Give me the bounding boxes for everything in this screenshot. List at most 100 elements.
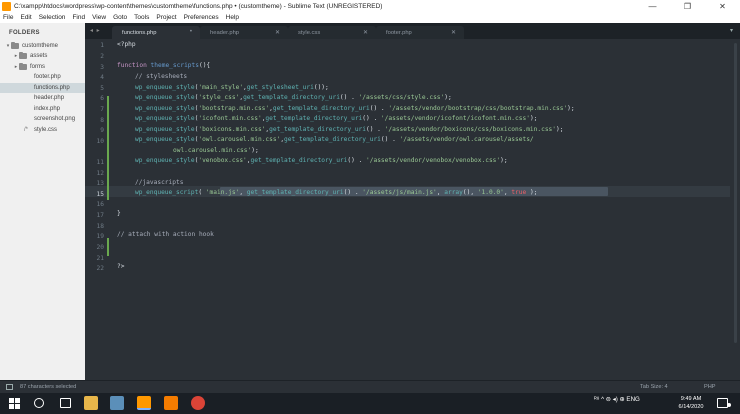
close-icon[interactable]: ✕ xyxy=(451,29,456,36)
clock-date: 6/14/2020 xyxy=(678,404,704,410)
code-token: , xyxy=(239,189,247,196)
clock-time: 9:49 AM xyxy=(680,396,702,402)
code-token: 'bootstrap.min.css' xyxy=(198,105,270,112)
close-button[interactable]: ✕ xyxy=(705,0,740,12)
task-view-icon[interactable] xyxy=(60,398,71,408)
close-icon[interactable]: ✕ xyxy=(363,29,368,36)
menu-selection[interactable]: Selection xyxy=(39,14,66,21)
modified-lines-marker xyxy=(107,238,109,256)
notes-app-icon[interactable] xyxy=(110,396,124,410)
code-token: wp_enqueue_style xyxy=(135,157,195,164)
system-tray-icons[interactable]: ᴿ⁸ ^ ⊜ ◂) ⊕ ENG xyxy=(594,396,640,403)
menu-tools[interactable]: Tools xyxy=(134,14,149,21)
code-token: get_template_directory_uri xyxy=(246,189,344,196)
code-token: wp_enqueue_style xyxy=(135,136,195,143)
code-token: '/assets/js/main.js' xyxy=(362,189,437,196)
code-token: '/assets/vendor/owl.carousel/assets/ xyxy=(399,136,534,143)
tab-dropdown-icon[interactable]: ▾ xyxy=(730,27,733,34)
sidebar-folder-assets[interactable]: ▸ assets xyxy=(0,51,85,61)
menu-goto[interactable]: Goto xyxy=(113,14,127,21)
code-token: ()); xyxy=(313,84,329,91)
clock[interactable]: 9:49 AM 6/14/2020 xyxy=(676,395,706,411)
line-number: 8 xyxy=(100,117,104,124)
code-line-3: function theme_scripts(){ xyxy=(117,62,211,69)
sidebar-file-style[interactable]: /* style.css xyxy=(0,125,85,135)
line-number: 18 xyxy=(96,223,104,230)
code-token: wp_enqueue_style xyxy=(135,84,195,91)
sidebar-folder-customtheme[interactable]: ▾ customtheme xyxy=(0,41,85,51)
menu-find[interactable]: Find xyxy=(72,14,85,21)
status-bar: 87 characters selected Tab Size: 4 PHP xyxy=(0,380,740,393)
menu-edit[interactable]: Edit xyxy=(20,14,31,21)
folder-open-icon xyxy=(11,42,19,49)
sidebar-file-header[interactable]: header.php xyxy=(0,93,85,103)
code-line-19: // attach with action hook xyxy=(117,231,214,238)
menu-bar: File Edit Selection Find View Goto Tools… xyxy=(0,12,740,23)
windows-taskbar: ᴿ⁸ ^ ⊜ ◂) ⊕ ENG 9:49 AM 6/14/2020 xyxy=(0,393,740,414)
tab-header[interactable]: header.php ✕ xyxy=(200,26,288,39)
scrollbar[interactable] xyxy=(734,43,737,343)
code-token: get_template_directory_uri xyxy=(272,105,370,112)
menu-view[interactable]: View xyxy=(92,14,106,21)
code-token: array xyxy=(444,189,463,196)
css-file-icon: /* xyxy=(24,127,29,133)
code-token: ); xyxy=(444,94,452,101)
code-editor[interactable]: 1 3 4 5 6 7 8 9 10 11 12 13 15 16 17 18 … xyxy=(85,39,740,380)
code-token: get_stylesheet_uri xyxy=(246,84,314,91)
sidebar-file-index[interactable]: index.php xyxy=(0,104,85,114)
line-number: 1 xyxy=(100,42,104,49)
tab-footer[interactable]: footer.php ✕ xyxy=(376,26,464,39)
folder-icon xyxy=(19,52,27,59)
menu-preferences[interactable]: Preferences xyxy=(184,14,219,21)
code-token: '/assets/vendor/venobox/venobox.css' xyxy=(366,157,501,164)
code-token: '/assets/vendor/boxicons/css/boxicons.mi… xyxy=(384,126,556,133)
maximize-button[interactable]: ❐ xyxy=(670,0,705,12)
line-number: 9 xyxy=(100,127,104,134)
modified-lines-marker xyxy=(107,96,109,194)
window-controls: — ❐ ✕ xyxy=(635,0,740,12)
line-number: 7 xyxy=(100,106,104,113)
line-number: 19 xyxy=(96,233,104,240)
sidebar-folder-forms[interactable]: ▸ forms xyxy=(0,62,85,72)
sidebar-file-footer[interactable]: footer.php xyxy=(0,72,85,82)
syntax-status[interactable]: PHP xyxy=(704,384,716,390)
sublime-text-icon xyxy=(2,1,11,11)
code-line-9: wp_enqueue_style('boxicons.min.css',get_… xyxy=(135,126,563,133)
sublime-text-taskbar-icon[interactable] xyxy=(137,396,151,410)
code-token: (), xyxy=(462,189,478,196)
sidebar-file-functions[interactable]: functions.php xyxy=(0,83,85,93)
menu-project[interactable]: Project xyxy=(156,14,176,21)
tab-bar: ◂ ▸ functions.php • header.php ✕ style.c… xyxy=(85,23,740,39)
code-token: ); xyxy=(251,147,259,154)
code-token: wp_enqueue_style xyxy=(135,115,195,122)
file-explorer-icon[interactable] xyxy=(84,396,98,410)
tab-functions[interactable]: functions.php • xyxy=(112,26,200,39)
code-token: ); xyxy=(529,115,538,122)
chrome-icon[interactable] xyxy=(191,396,205,410)
panel-toggle-icon[interactable] xyxy=(6,384,13,390)
code-line-10: wp_enqueue_style('owl.carousel.min.css',… xyxy=(135,136,534,143)
menu-help[interactable]: Help xyxy=(226,14,239,21)
close-icon[interactable]: ✕ xyxy=(275,29,280,36)
minimize-button[interactable]: — xyxy=(635,0,670,12)
code-token: () . xyxy=(339,94,359,101)
line-number: 22 xyxy=(96,265,104,272)
code-line-4: // stylesheets xyxy=(135,73,188,80)
folder-icon xyxy=(19,63,27,70)
sidebar-file-screenshot[interactable]: screenshot.png xyxy=(0,114,85,124)
code-token: () . xyxy=(369,105,389,112)
tab-nav-arrows-icon[interactable]: ◂ ▸ xyxy=(90,27,101,34)
tab-size-status[interactable]: Tab Size: 4 xyxy=(640,384,668,390)
code-token: () . xyxy=(362,115,381,122)
code-line-6: wp_enqueue_style('style_css',get_templat… xyxy=(135,94,452,101)
line-number: 4 xyxy=(100,74,104,81)
tab-style[interactable]: style.css ✕ xyxy=(288,26,376,39)
windows-start-icon[interactable] xyxy=(9,398,20,409)
search-icon[interactable] xyxy=(34,398,44,408)
notification-icon[interactable] xyxy=(717,398,731,408)
unsaved-dot-icon[interactable]: • xyxy=(190,29,192,35)
menu-file[interactable]: File xyxy=(3,14,13,21)
code-token: () . xyxy=(366,126,385,133)
code-line-10-wrap: owl.carousel.min.css'); xyxy=(173,147,259,154)
xampp-icon[interactable] xyxy=(164,396,178,410)
